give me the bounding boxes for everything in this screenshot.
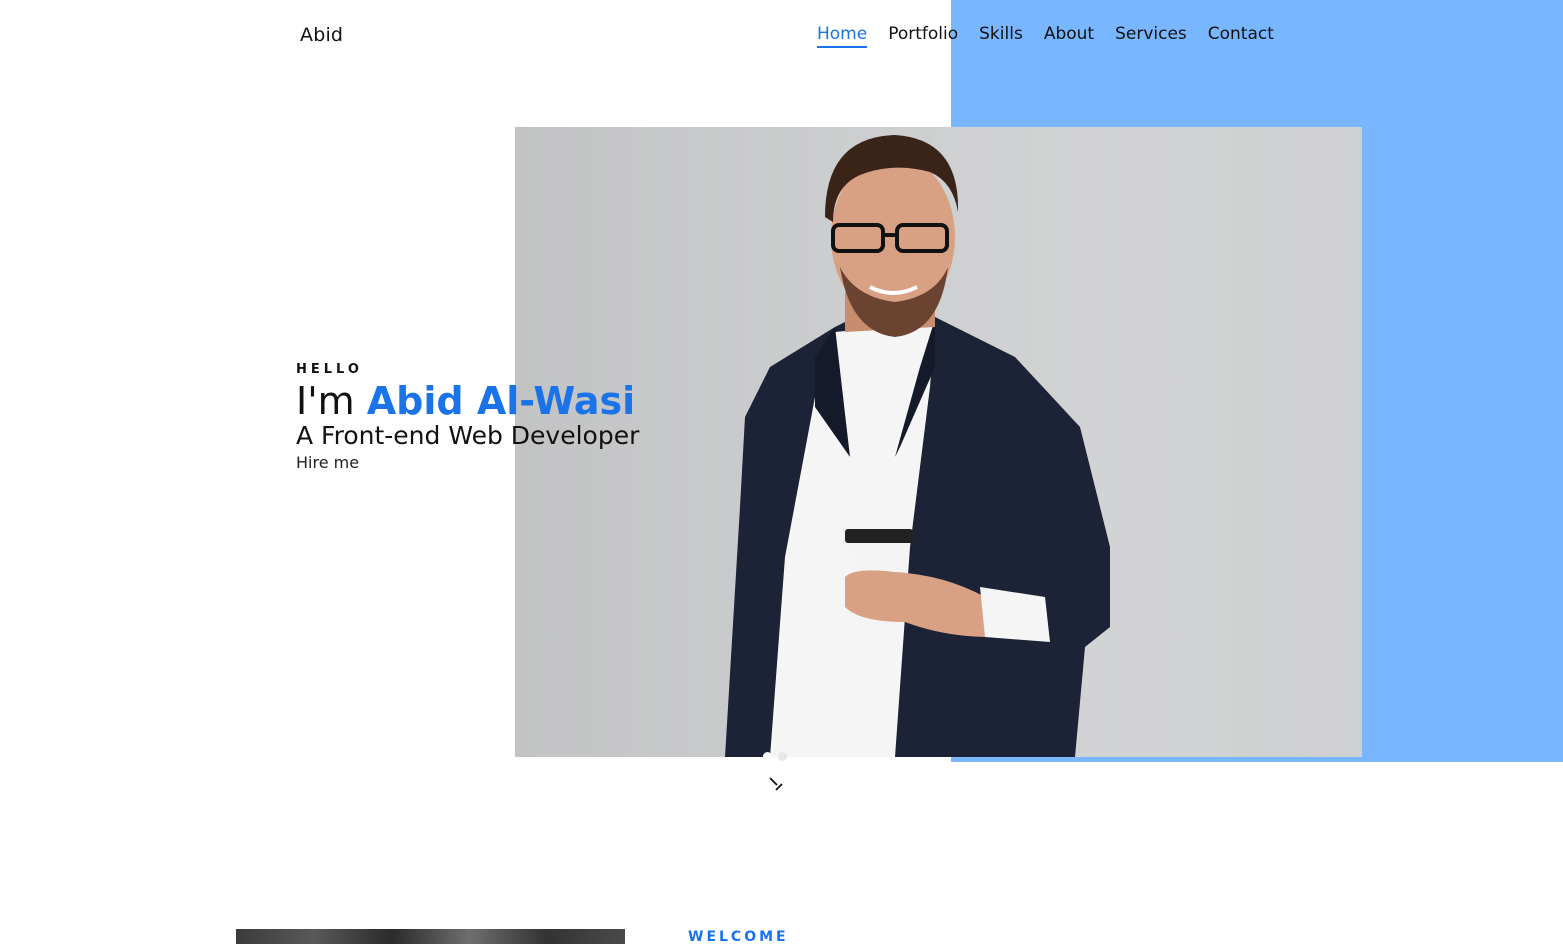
- person-illustration: [725, 135, 1110, 757]
- hero-photo: [515, 127, 1362, 757]
- welcome-label: WELCOME: [688, 929, 789, 944]
- nav-about[interactable]: About: [1044, 24, 1094, 48]
- hero-text: HELLO I'm Abid Al-Wasi A Front-end Web D…: [296, 362, 639, 472]
- slider-dot-2[interactable]: [778, 752, 787, 761]
- welcome-image: [236, 929, 625, 944]
- nav-home[interactable]: Home: [817, 24, 868, 48]
- main-nav: Home Portfolio Skills About Services Con…: [817, 24, 1295, 48]
- hero-role: A Front-end Web Developer: [296, 421, 640, 450]
- nav-services[interactable]: Services: [1115, 24, 1187, 48]
- hero-greeting: HELLO: [296, 362, 363, 377]
- hero-name: Abid Al-Wasi: [366, 379, 636, 423]
- portfolio-page: Abid Home Portfolio Skills About Service…: [0, 0, 1563, 944]
- nav-skills[interactable]: Skills: [979, 24, 1023, 48]
- slider-dots: [763, 752, 787, 761]
- nav-portfolio[interactable]: Portfolio: [888, 24, 958, 48]
- slider-dot-1[interactable]: [763, 752, 772, 761]
- scroll-down-icon[interactable]: [768, 776, 788, 794]
- hire-me-button[interactable]: Hire me: [296, 453, 359, 472]
- hero-name-line: I'm Abid Al-Wasi: [296, 379, 639, 423]
- nav-contact[interactable]: Contact: [1208, 24, 1274, 48]
- brand-logo[interactable]: Abid: [300, 24, 343, 46]
- hero-intro-prefix: I'm: [296, 379, 355, 423]
